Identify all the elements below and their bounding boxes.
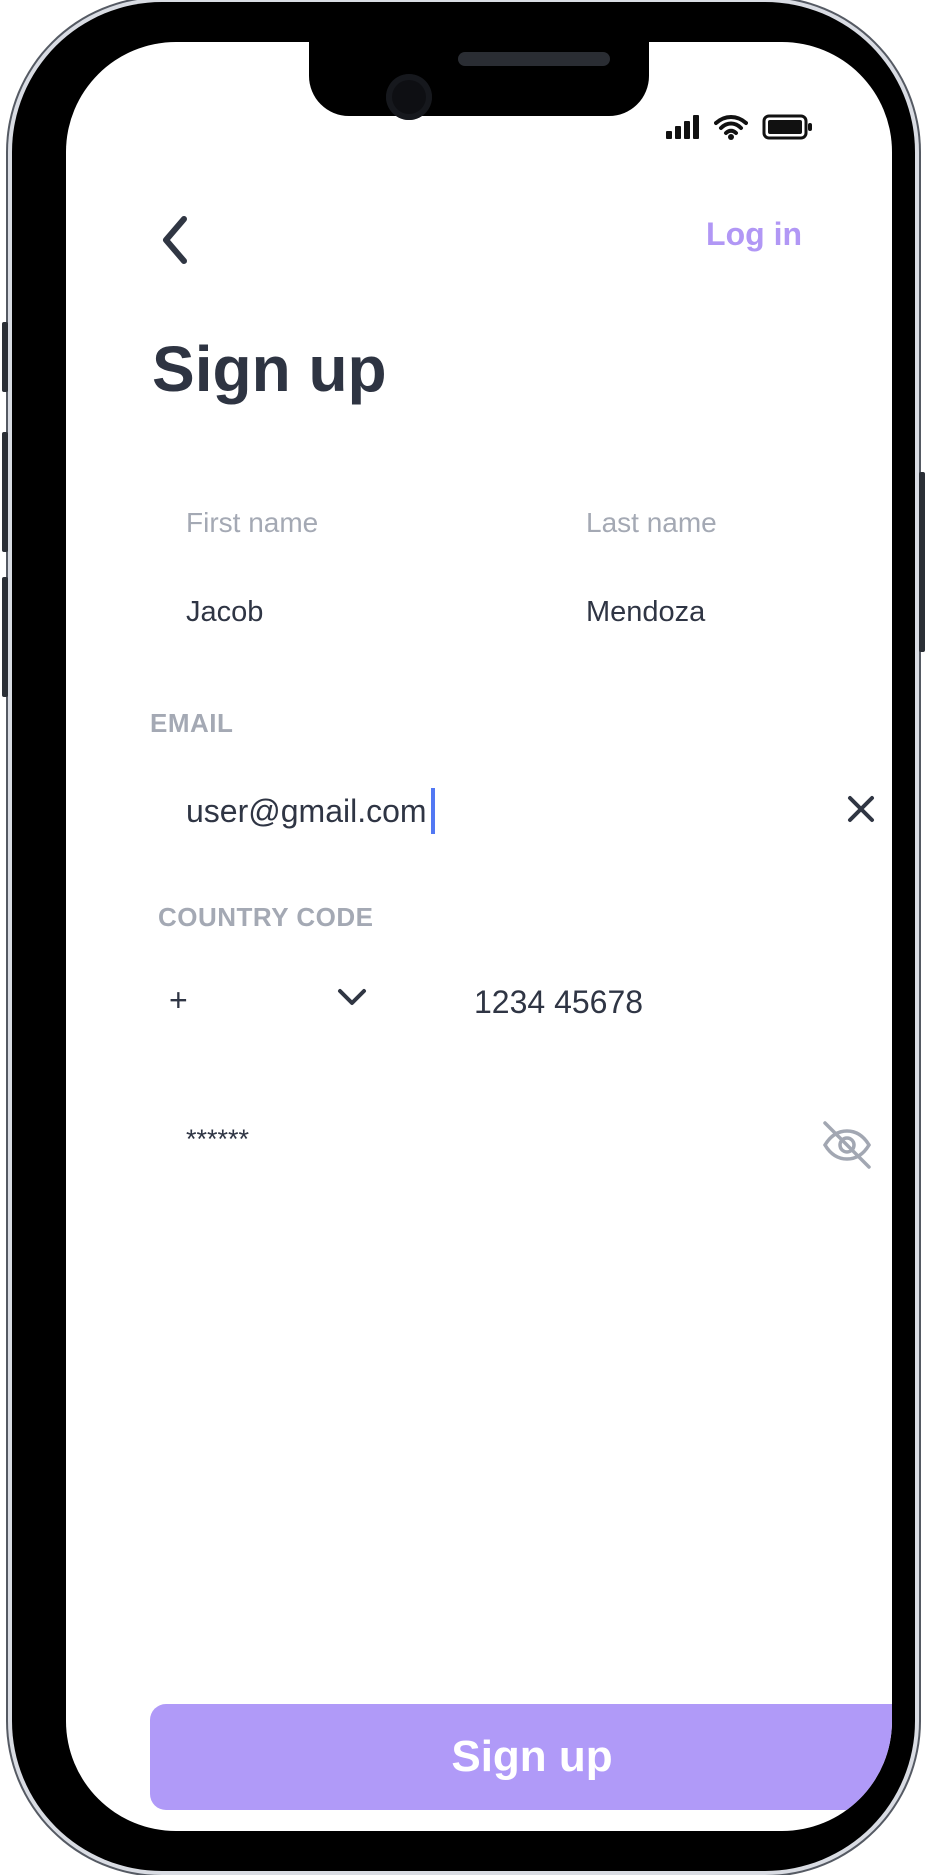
sign-up-button[interactable]: Sign up [150, 1704, 892, 1810]
country-code-value: + [169, 982, 188, 1018]
text-caret [430, 788, 435, 834]
phone-frame: Log in Sign up First name Last name Jaco… [2, 2, 925, 1871]
front-camera [386, 74, 432, 120]
phone-number-input[interactable]: 1234 45678 [474, 984, 643, 1021]
wifi-icon [714, 115, 748, 140]
page-title: Sign up [152, 333, 387, 405]
last-name-label: Last name [586, 507, 717, 538]
side-button-left-middle [2, 432, 8, 552]
phone-screen: Log in Sign up First name Last name Jaco… [66, 42, 892, 1831]
country-code-label: COUNTRY CODE [158, 902, 374, 932]
first-name-label: First name [186, 507, 319, 538]
password-field[interactable]: ****** [186, 1124, 249, 1155]
signal-icon [666, 115, 699, 139]
chevron-down-icon [338, 989, 366, 1005]
toggle-password-visibility-button[interactable] [816, 1114, 878, 1176]
country-code-select[interactable]: + [169, 982, 379, 1022]
eye-off-icon [822, 1121, 872, 1169]
back-chevron-icon [163, 216, 187, 264]
side-button-left-top [2, 322, 8, 392]
close-icon [848, 796, 874, 822]
app-root: Log in Sign up First name Last name Jaco… [0, 0, 927, 1875]
first-name-input[interactable]: Jacob [186, 596, 263, 629]
battery-icon [762, 114, 812, 140]
side-button-left-bottom [2, 577, 8, 697]
speaker-grille [458, 52, 610, 66]
log-in-link[interactable]: Log in [706, 216, 802, 253]
email-label: EMAIL [150, 708, 234, 738]
back-button[interactable] [155, 212, 195, 268]
email-field[interactable]: user@gmail.com [186, 786, 606, 836]
clear-email-button[interactable] [834, 784, 888, 834]
email-value: user@gmail.com [186, 792, 427, 829]
status-bar-icons [666, 114, 812, 140]
side-button-right [919, 472, 925, 652]
last-name-input[interactable]: Mendoza [586, 596, 705, 629]
